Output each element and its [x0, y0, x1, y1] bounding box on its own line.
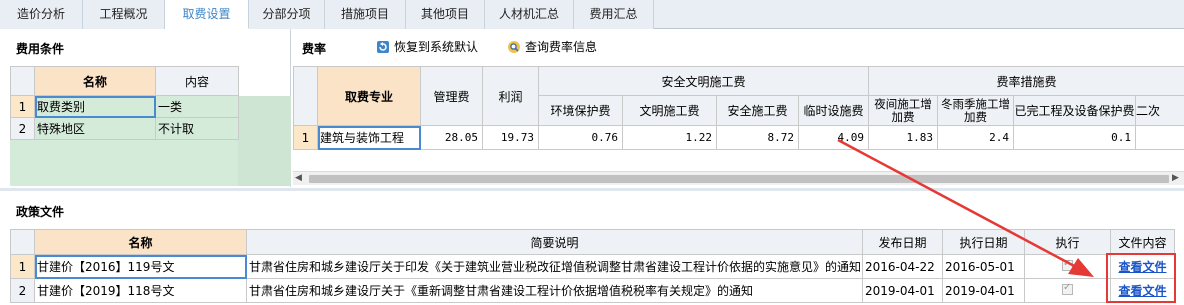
annotation-arrow: [837, 138, 1094, 277]
